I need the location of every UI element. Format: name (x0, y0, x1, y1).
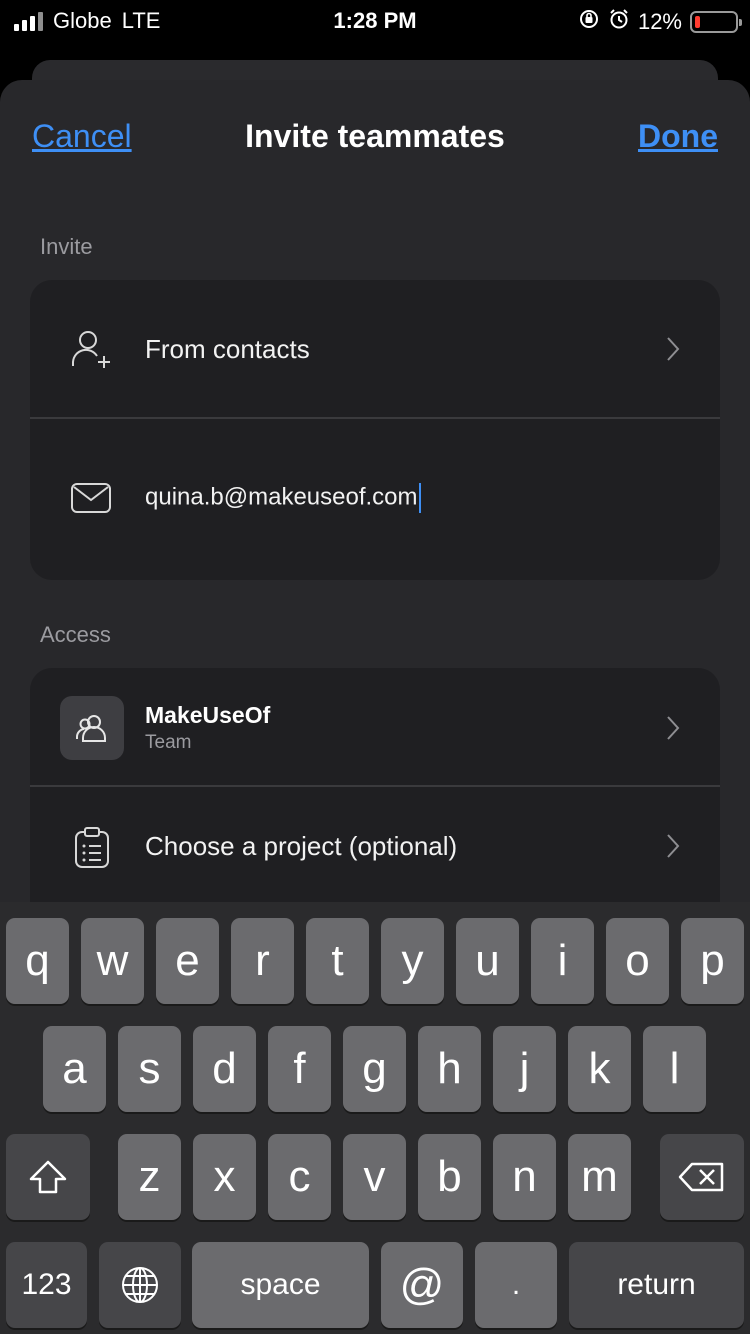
access-section-label: Access (40, 622, 111, 647)
key-z[interactable]: z (118, 1134, 181, 1220)
key-x[interactable]: x (193, 1134, 256, 1220)
key-j[interactable]: j (493, 1026, 556, 1112)
key-r[interactable]: r (231, 918, 294, 1004)
key-w[interactable]: w (81, 918, 144, 1004)
numbers-key[interactable]: 123 (6, 1242, 87, 1328)
dot-key[interactable]: . (475, 1242, 557, 1328)
key-v[interactable]: v (343, 1134, 406, 1220)
invite-section-label: Invite (40, 234, 93, 259)
alarm-icon (608, 8, 630, 35)
key-y[interactable]: y (381, 918, 444, 1004)
key-p[interactable]: p (681, 918, 744, 1004)
key-s[interactable]: s (118, 1026, 181, 1112)
key-a[interactable]: a (43, 1026, 106, 1112)
shift-key[interactable] (6, 1134, 90, 1220)
team-icon (60, 696, 124, 760)
team-row[interactable]: MakeUseOf Team (30, 668, 720, 786)
key-u[interactable]: u (456, 918, 519, 1004)
key-g[interactable]: g (343, 1026, 406, 1112)
done-button[interactable]: Done (638, 118, 718, 155)
backspace-key[interactable] (660, 1134, 744, 1220)
shift-icon (29, 1160, 67, 1194)
add-person-icon (70, 328, 114, 377)
keyboard: qwertyuiop asdfghjkl zxcvbnm 123 space @… (0, 902, 750, 1334)
nav-bar: Cancel Invite teammates Done (0, 80, 750, 192)
key-n[interactable]: n (493, 1134, 556, 1220)
key-o[interactable]: o (606, 918, 669, 1004)
email-field-value: quina.b@makeuseof.com (145, 483, 418, 511)
invite-card: From contacts quina.b@makeuseof.com (30, 280, 720, 580)
battery-level-fill (695, 15, 700, 28)
status-bar: Globe LTE 1:28 PM 12% (0, 0, 750, 42)
from-contacts-row[interactable]: From contacts (30, 280, 720, 418)
globe-key[interactable] (99, 1242, 181, 1328)
team-subtitle: Team (145, 732, 192, 753)
status-right: 12% (578, 8, 742, 35)
chevron-right-icon (666, 715, 680, 746)
key-t[interactable]: t (306, 918, 369, 1004)
battery-icon (690, 10, 742, 33)
key-l[interactable]: l (643, 1026, 706, 1112)
choose-project-row[interactable]: Choose a project (optional) (30, 787, 720, 907)
key-e[interactable]: e (156, 918, 219, 1004)
chevron-right-icon (666, 336, 680, 367)
key-h[interactable]: h (418, 1026, 481, 1112)
team-name: MakeUseOf (145, 702, 271, 728)
mail-icon (70, 482, 112, 519)
chevron-right-icon (666, 833, 680, 864)
backspace-icon (678, 1162, 724, 1192)
choose-project-label: Choose a project (optional) (145, 831, 458, 861)
email-input-row[interactable]: quina.b@makeuseof.com (30, 419, 720, 580)
key-i[interactable]: i (531, 918, 594, 1004)
space-key[interactable]: space (192, 1242, 369, 1328)
at-key[interactable]: @ (381, 1242, 463, 1328)
text-cursor (418, 483, 421, 513)
clipboard-list-icon (74, 827, 110, 874)
orientation-lock-icon (578, 8, 600, 35)
key-b[interactable]: b (418, 1134, 481, 1220)
battery-percent: 12% (637, 8, 682, 34)
key-f[interactable]: f (268, 1026, 331, 1112)
return-key[interactable]: return (569, 1242, 744, 1328)
cancel-button[interactable]: Cancel (32, 118, 132, 155)
key-q[interactable]: q (6, 918, 69, 1004)
globe-icon (122, 1267, 158, 1303)
key-m[interactable]: m (568, 1134, 631, 1220)
key-d[interactable]: d (193, 1026, 256, 1112)
key-c[interactable]: c (268, 1134, 331, 1220)
email-field[interactable]: quina.b@makeuseof.com (145, 483, 421, 513)
from-contacts-label: From contacts (145, 334, 310, 364)
key-k[interactable]: k (568, 1026, 631, 1112)
